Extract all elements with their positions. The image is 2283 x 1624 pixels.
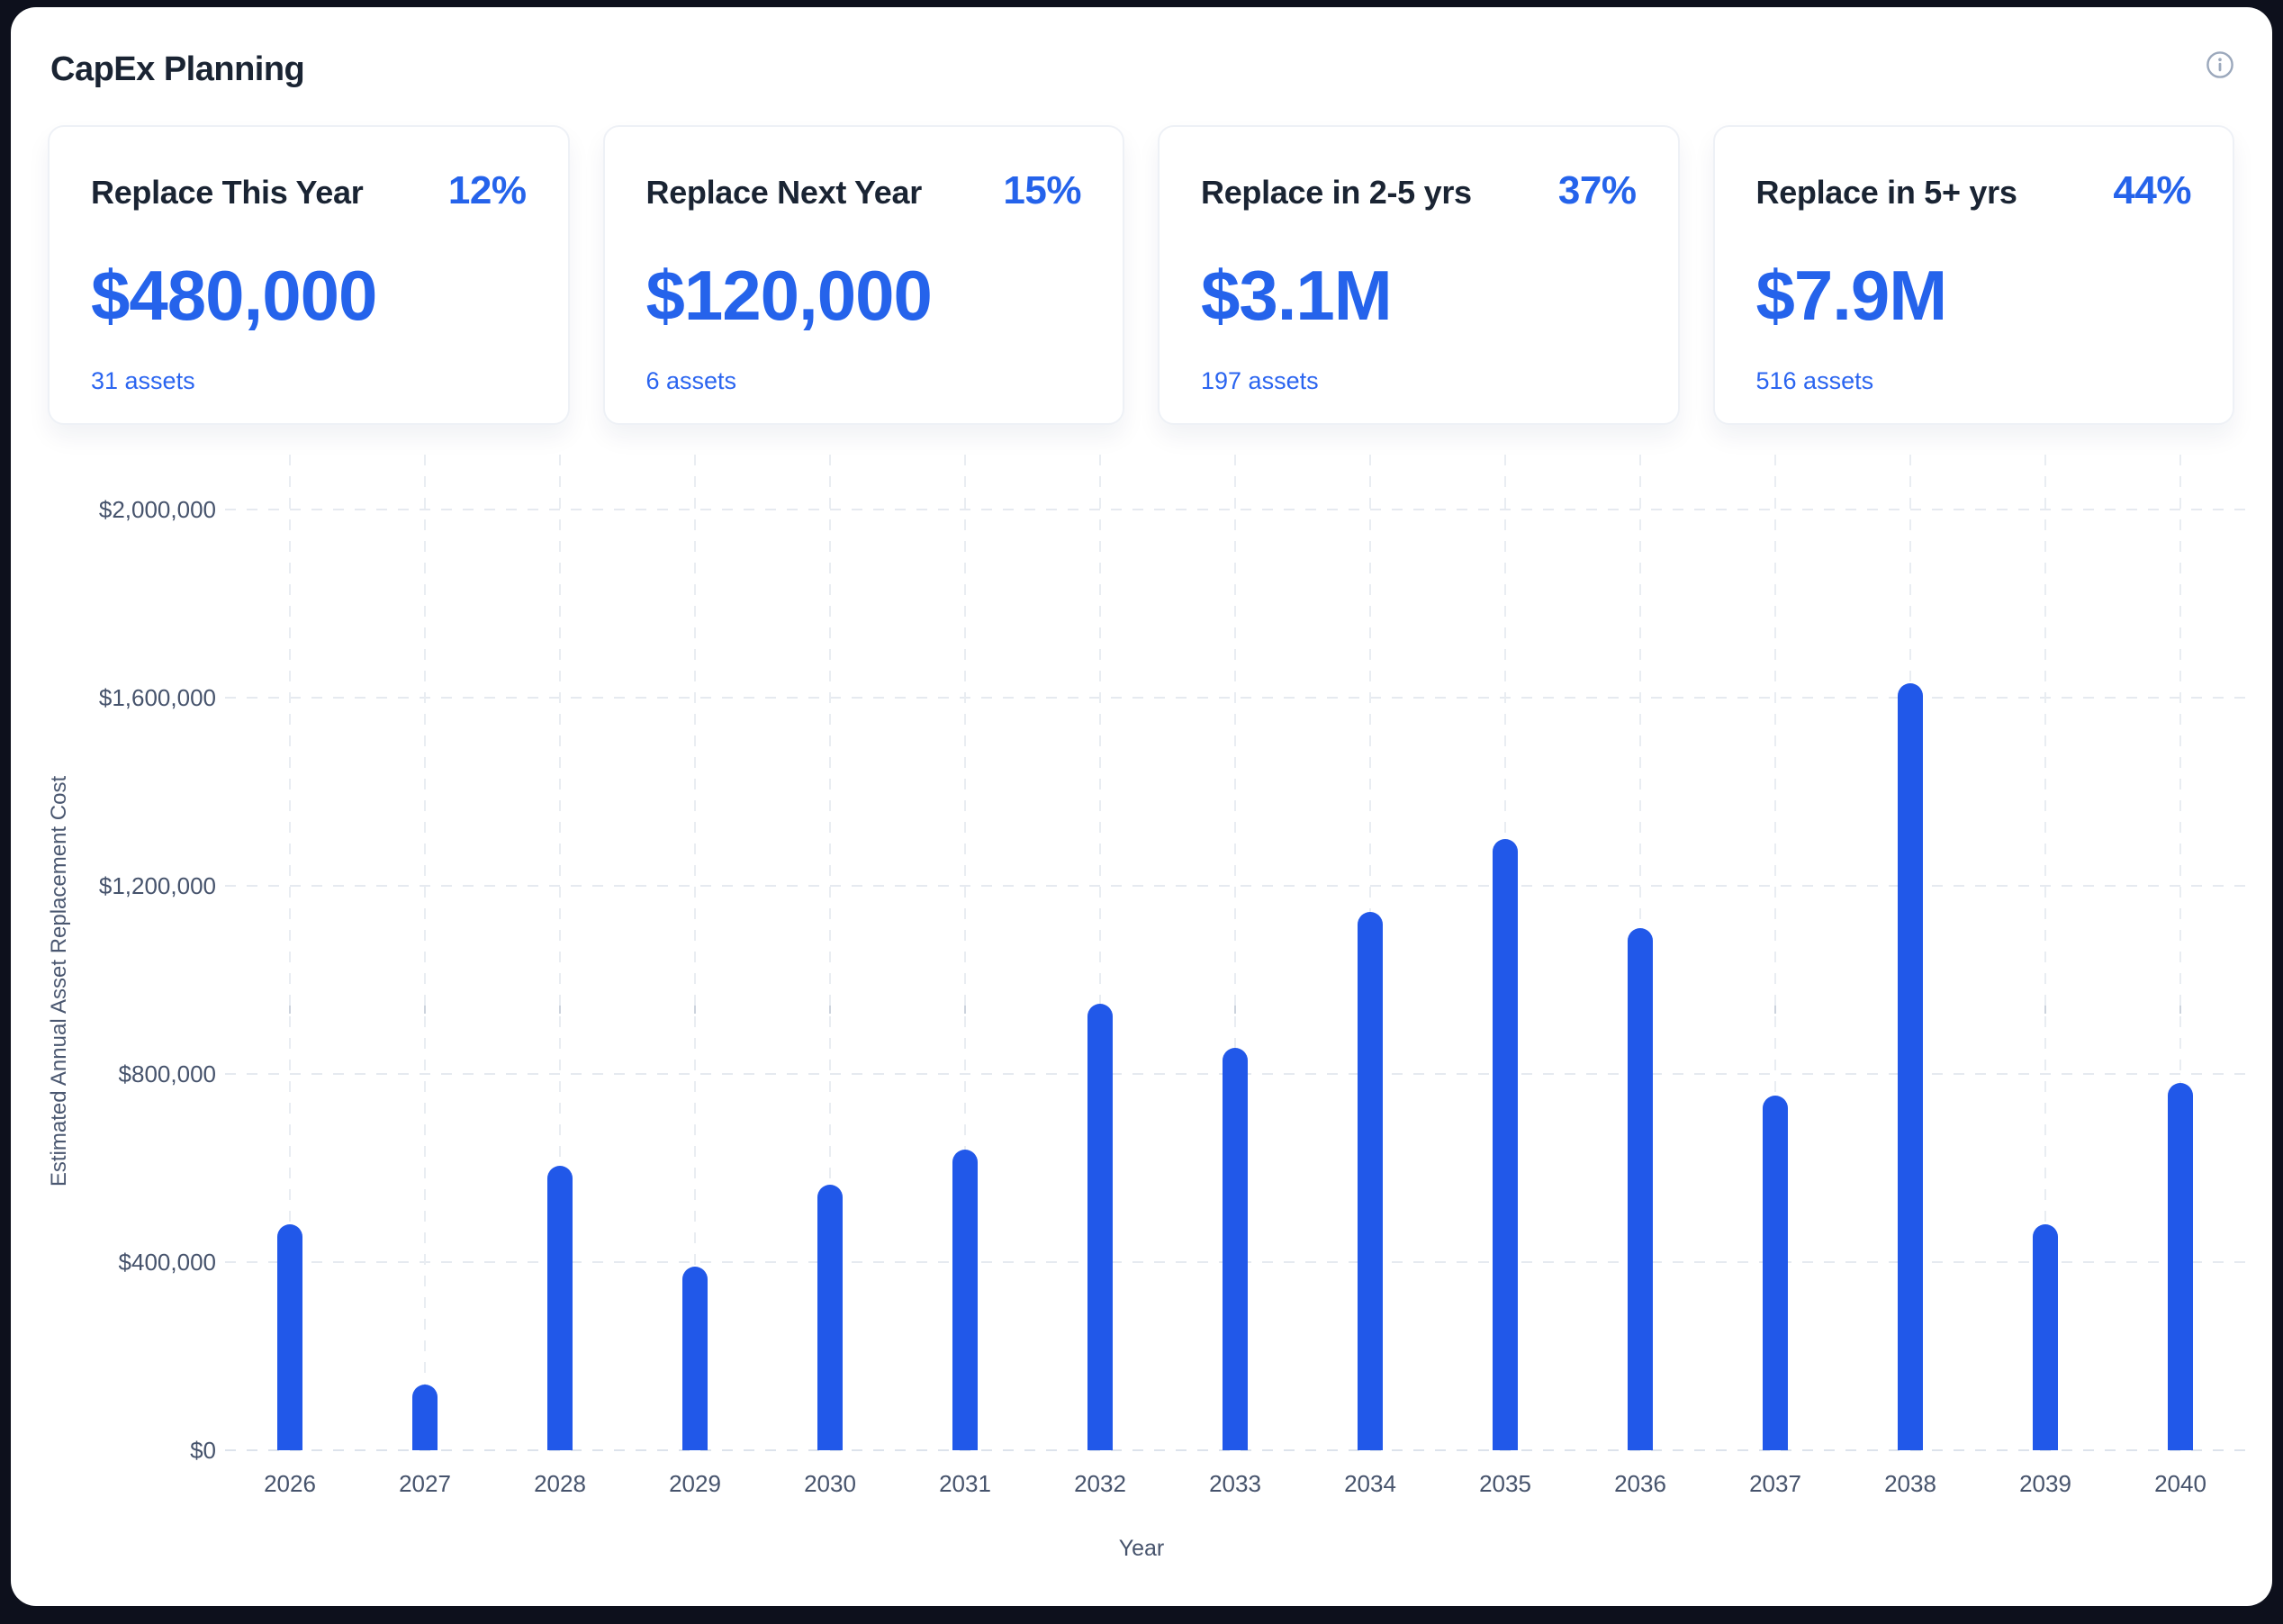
gridline-h-1600000 — [225, 697, 2251, 699]
x-axis-tick — [1774, 1006, 1776, 1014]
bar-2038[interactable] — [1898, 683, 1923, 1450]
gridline-v-2027 — [424, 455, 426, 1450]
x-tick-label-2038: 2038 — [1838, 1470, 1982, 1498]
gridline-h-2000000 — [225, 509, 2251, 510]
y-tick-label: $1,200,000 — [11, 872, 216, 899]
bar-2040[interactable] — [2168, 1083, 2193, 1450]
x-axis-tick — [2179, 1006, 2181, 1014]
y-tick-label: $0 — [11, 1437, 216, 1464]
plot-area — [225, 455, 2251, 1450]
bar-2032[interactable] — [1087, 1004, 1113, 1450]
x-tick-label-2039: 2039 — [1973, 1470, 2117, 1498]
x-tick-label-2035: 2035 — [1433, 1470, 1577, 1498]
bar-2034[interactable] — [1358, 912, 1383, 1450]
bar-2035[interactable] — [1493, 839, 1518, 1450]
bar-2037[interactable] — [1763, 1096, 1788, 1450]
x-tick-label-2032: 2032 — [1028, 1470, 1172, 1498]
bar-2029[interactable] — [682, 1267, 708, 1450]
x-axis-tick — [424, 1006, 426, 1014]
bar-2031[interactable] — [952, 1150, 978, 1450]
capex-bar-chart: Estimated Annual Asset Replacement Cost … — [11, 7, 2272, 1606]
bar-2026[interactable] — [277, 1224, 302, 1450]
y-tick-label: $1,600,000 — [11, 684, 216, 711]
x-axis-tick — [694, 1006, 696, 1014]
bar-2027[interactable] — [412, 1385, 438, 1450]
bar-2030[interactable] — [817, 1185, 843, 1450]
y-tick-label: $400,000 — [11, 1249, 216, 1276]
x-tick-label-2031: 2031 — [893, 1470, 1037, 1498]
y-axis-title: Estimated Annual Asset Replacement Cost — [47, 776, 72, 1186]
x-tick-label-2029: 2029 — [623, 1470, 767, 1498]
x-axis-tick — [559, 1006, 561, 1014]
x-axis-tick — [289, 1006, 291, 1014]
bar-2039[interactable] — [2033, 1224, 2058, 1450]
gridline-h-1200000 — [225, 885, 2251, 887]
y-tick-label: $2,000,000 — [11, 496, 216, 523]
capex-planning-panel: CapEx Planning Replace This Year 12% $48… — [11, 7, 2272, 1606]
x-tick-label-2026: 2026 — [218, 1470, 362, 1498]
x-tick-label-2037: 2037 — [1703, 1470, 1847, 1498]
x-tick-label-2027: 2027 — [353, 1470, 497, 1498]
x-axis-title: Year — [1119, 1536, 1165, 1562]
x-tick-label-2040: 2040 — [2108, 1470, 2252, 1498]
y-tick-label: $800,000 — [11, 1060, 216, 1087]
bar-2028[interactable] — [547, 1166, 573, 1450]
x-tick-label-2030: 2030 — [758, 1470, 902, 1498]
x-axis-tick — [829, 1006, 831, 1014]
x-tick-label-2028: 2028 — [488, 1470, 632, 1498]
x-tick-label-2033: 2033 — [1163, 1470, 1307, 1498]
bar-2036[interactable] — [1628, 928, 1653, 1450]
x-axis-tick — [964, 1006, 966, 1014]
x-tick-label-2034: 2034 — [1298, 1470, 1442, 1498]
x-axis-tick — [2044, 1006, 2046, 1014]
bar-2033[interactable] — [1223, 1048, 1248, 1450]
x-tick-label-2036: 2036 — [1568, 1470, 1712, 1498]
x-axis-tick — [1234, 1006, 1236, 1014]
